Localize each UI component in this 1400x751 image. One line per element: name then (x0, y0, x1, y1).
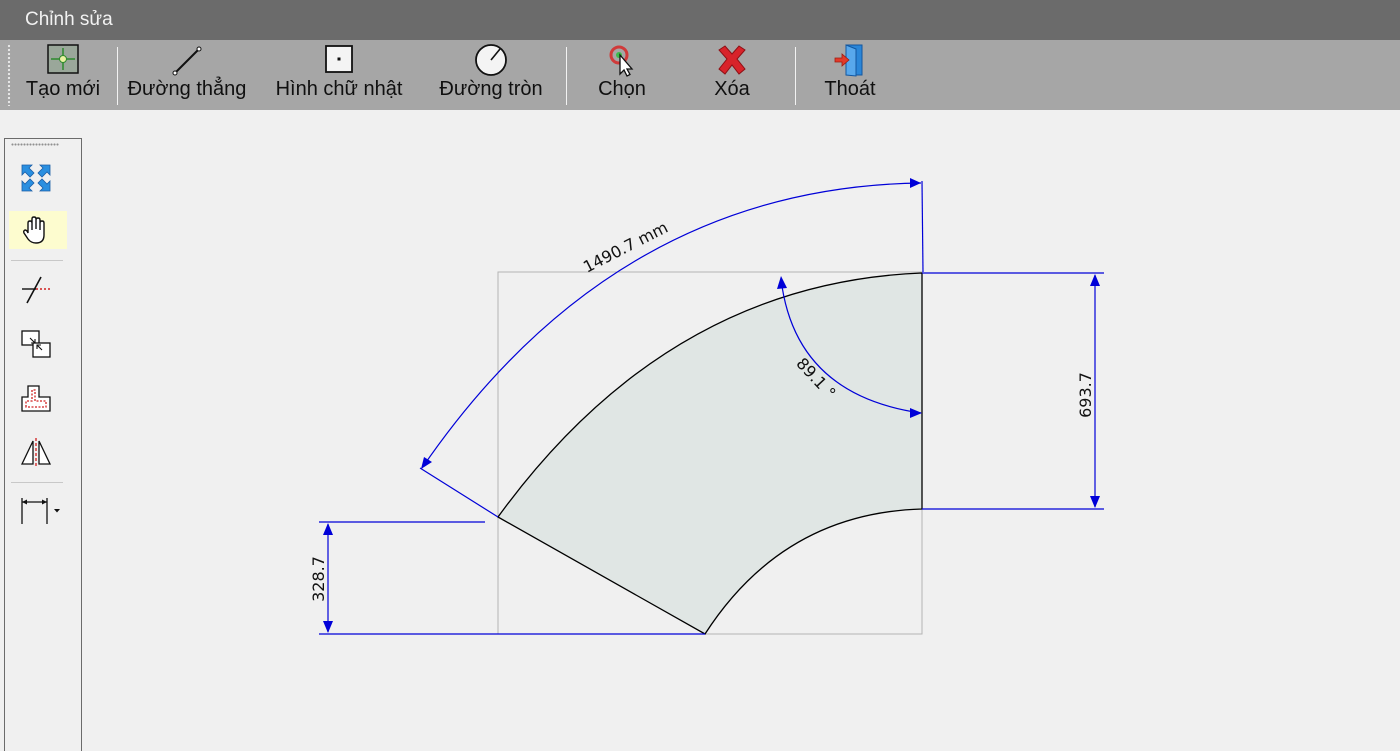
offset-label: 328.7 (309, 556, 328, 602)
arc-length-label: 1490.7 mm (580, 218, 671, 277)
arrowhead (777, 276, 787, 289)
pipe-bend-segment[interactable] (497, 272, 923, 635)
drawing-canvas[interactable]: 1490.7 mm 89.1 ° 693.7 328.7 (0, 0, 1400, 750)
arrowhead (910, 178, 921, 188)
arrowhead (421, 457, 432, 469)
height-label: 693.7 (1076, 372, 1095, 418)
